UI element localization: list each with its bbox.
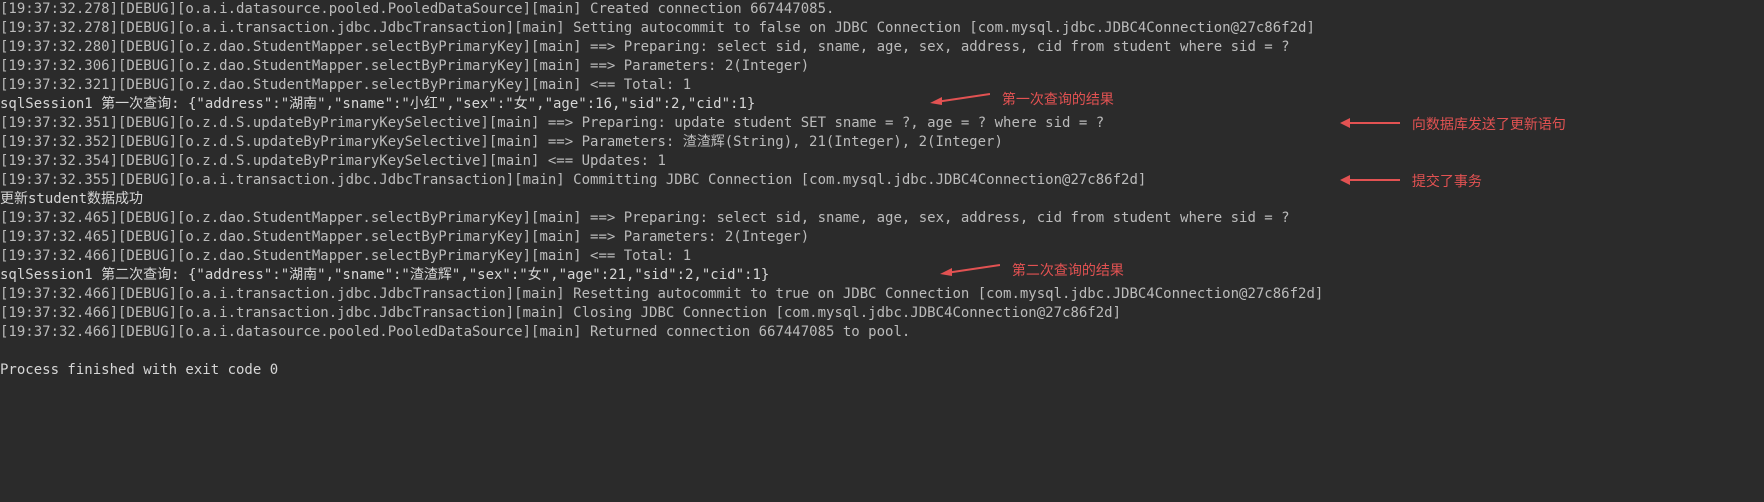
log-line: [19:37:32.280][DEBUG][o.z.dao.StudentMap…	[0, 39, 1290, 55]
log-line: [19:37:32.466][DEBUG][o.a.i.datasource.p…	[0, 324, 910, 340]
stdout-line: 更新student数据成功	[0, 191, 143, 207]
arrow-icon	[1340, 173, 1400, 189]
log-line: [19:37:32.466][DEBUG][o.a.i.transaction.…	[0, 305, 1121, 321]
log-line: [19:37:32.351][DEBUG][o.z.d.S.updateByPr…	[0, 115, 1104, 131]
console-output[interactable]: [19:37:32.278][DEBUG][o.a.i.datasource.p…	[0, 0, 1764, 390]
stdout-line: sqlSession1 第二次查询: {"address":"湖南","snam…	[0, 267, 769, 283]
annotation-db-update-sent: 向数据库发送了更新语句	[1340, 114, 1566, 134]
log-line: [19:37:32.465][DEBUG][o.z.dao.StudentMap…	[0, 210, 1290, 226]
arrow-icon	[1340, 116, 1400, 132]
log-line: [19:37:32.306][DEBUG][o.z.dao.StudentMap…	[0, 58, 809, 74]
log-line: [19:37:32.465][DEBUG][o.z.dao.StudentMap…	[0, 229, 809, 245]
log-line: [19:37:32.354][DEBUG][o.z.d.S.updateByPr…	[0, 153, 666, 169]
annotation-commit-transaction: 提交了事务	[1340, 171, 1482, 191]
log-line: [19:37:32.466][DEBUG][o.z.dao.StudentMap…	[0, 248, 691, 264]
log-line: [19:37:32.278][DEBUG][o.a.i.datasource.p…	[0, 1, 834, 17]
log-line: [19:37:32.355][DEBUG][o.a.i.transaction.…	[0, 172, 1146, 188]
process-exit-line: Process finished with exit code 0	[0, 362, 278, 378]
log-line: [19:37:32.352][DEBUG][o.z.d.S.updateByPr…	[0, 134, 1003, 150]
log-line: [19:37:32.278][DEBUG][o.a.i.transaction.…	[0, 20, 1315, 36]
log-line: [19:37:32.321][DEBUG][o.z.dao.StudentMap…	[0, 77, 691, 93]
stdout-line: sqlSession1 第一次查询: {"address":"湖南","snam…	[0, 96, 755, 112]
log-line: [19:37:32.466][DEBUG][o.a.i.transaction.…	[0, 286, 1323, 302]
